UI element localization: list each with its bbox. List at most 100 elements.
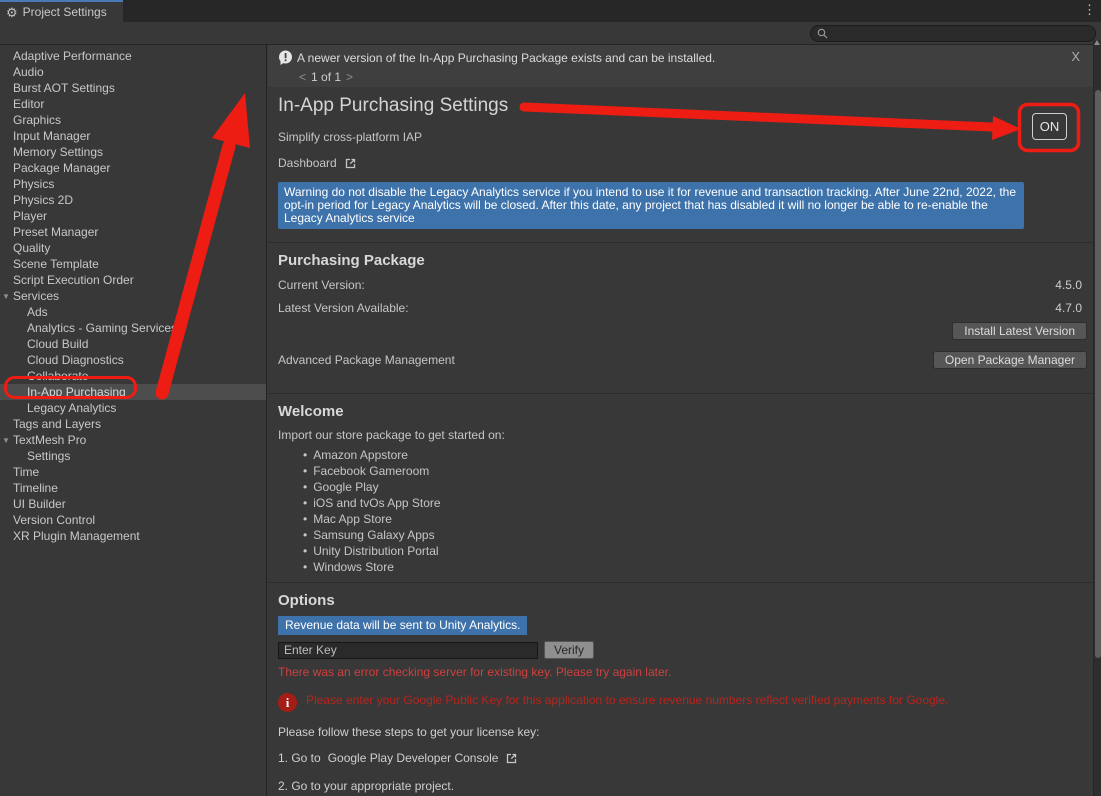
store-list-item-unity-distribution-portal: •Unity Distribution Portal (303, 543, 1093, 559)
latest-version-label: Latest Version Available: (278, 301, 409, 315)
tab-project-settings[interactable]: ⚙ Project Settings (0, 0, 123, 22)
store-list: •Amazon Appstore•Facebook Gameroom•Googl… (303, 447, 1093, 575)
sidebar-item-graphics[interactable]: Graphics (0, 112, 266, 128)
sidebar-item-label: Audio (13, 65, 44, 79)
page-title: In-App Purchasing Settings (278, 95, 1093, 117)
bullet-icon: • (303, 544, 307, 558)
store-name: iOS and tvOs App Store (313, 496, 440, 510)
scroll-up-icon[interactable] (1094, 40, 1100, 45)
page-subtitle: Simplify cross-platform IAP (278, 130, 1093, 144)
bullet-icon: • (303, 528, 307, 542)
vertical-scrollbar[interactable] (1093, 40, 1101, 796)
store-list-item-windows-store: •Windows Store (303, 559, 1093, 575)
update-notification-banner: A newer version of the In-App Purchasing… (268, 45, 1093, 87)
sidebar-item-time[interactable]: Time (0, 464, 266, 480)
sidebar-item-textmesh-pro[interactable]: ▼TextMesh Pro (0, 432, 266, 448)
main-panel: A newer version of the In-App Purchasing… (268, 45, 1093, 796)
current-version-label: Current Version: (278, 278, 365, 292)
sidebar-item-label: Editor (13, 97, 44, 111)
store-list-item-mac-app-store: • Mac App Store (303, 511, 1093, 527)
sidebar-item-version-control[interactable]: Version Control (0, 512, 266, 528)
sidebar-item-preset-manager[interactable]: Preset Manager (0, 224, 266, 240)
sidebar-item-label: Version Control (13, 513, 95, 527)
sidebar-item-label: Physics (13, 177, 54, 191)
sidebar-item-scene-template[interactable]: Scene Template (0, 256, 266, 272)
sidebar-item-memory-settings[interactable]: Memory Settings (0, 144, 266, 160)
sidebar-item-label: Tags and Layers (13, 417, 101, 431)
pager-next-icon[interactable]: > (346, 70, 353, 84)
sidebar-item-services[interactable]: ▼Services (0, 288, 266, 304)
sidebar-item-analytics-gaming-services[interactable]: Analytics - Gaming Services (0, 320, 266, 336)
bullet-icon: • (303, 512, 307, 526)
steps-intro: Please follow these steps to get your li… (278, 725, 1093, 739)
sidebar-item-timeline[interactable]: Timeline (0, 480, 266, 496)
sidebar-item-audio[interactable]: Audio (0, 64, 266, 80)
sidebar-item-physics[interactable]: Physics (0, 176, 266, 192)
sidebar-item-label: XR Plugin Management (13, 529, 140, 543)
banner-message: A newer version of the In-App Purchasing… (297, 51, 715, 65)
section-divider (268, 582, 1093, 583)
search-icon (817, 28, 828, 39)
chevron-expanded-icon[interactable]: ▼ (2, 433, 10, 449)
sidebar-item-ui-builder[interactable]: UI Builder (0, 496, 266, 512)
sidebar-item-burst-aot-settings[interactable]: Burst AOT Settings (0, 80, 266, 96)
google-key-error-row: i Please enter your Google Public Key fo… (278, 691, 1093, 712)
google-play-console-link[interactable]: Google Play Developer Console (328, 751, 499, 765)
sidebar-item-cloud-build[interactable]: Cloud Build (0, 336, 266, 352)
sidebar-item-label: Services (13, 289, 59, 303)
store-name: Mac App Store (313, 512, 392, 526)
latest-version-value: 4.7.0 (1055, 301, 1082, 315)
sidebar-item-editor[interactable]: Editor (0, 96, 266, 112)
sidebar-item-label: In-App Purchasing (27, 385, 126, 399)
banner-pager: < 1 of 1 > (299, 70, 353, 84)
section-divider (268, 242, 1093, 243)
sidebar-item-package-manager[interactable]: Package Manager (0, 160, 266, 176)
search-input[interactable] (832, 27, 1089, 41)
google-key-error-text: Please enter your Google Public Key for … (306, 693, 948, 707)
search-box[interactable] (810, 25, 1096, 42)
scrollbar-thumb[interactable] (1095, 90, 1101, 658)
chevron-expanded-icon[interactable]: ▼ (2, 289, 10, 305)
sidebar-item-collaborate[interactable]: Collaborate (0, 368, 266, 384)
store-name: Google Play (313, 480, 378, 494)
install-latest-version-button[interactable]: Install Latest Version (952, 322, 1087, 340)
section-divider (268, 393, 1093, 394)
sidebar-item-input-manager[interactable]: Input Manager (0, 128, 266, 144)
sidebar-item-xr-plugin-management[interactable]: XR Plugin Management (0, 528, 266, 544)
sidebar-item-settings[interactable]: Settings (0, 448, 266, 464)
verify-button[interactable]: Verify (544, 641, 594, 659)
legacy-analytics-warning: Warning do not disable the Legacy Analyt… (278, 182, 1024, 229)
pager-label: 1 of 1 (311, 70, 341, 84)
close-icon[interactable]: X (1071, 49, 1080, 64)
sidebar-item-player[interactable]: Player (0, 208, 266, 224)
iap-on-toggle[interactable]: ON (1032, 113, 1067, 140)
sidebar-item-cloud-diagnostics[interactable]: Cloud Diagnostics (0, 352, 266, 368)
sidebar-item-label: Scene Template (13, 257, 99, 271)
sidebar-item-adaptive-performance[interactable]: Adaptive Performance (0, 48, 266, 64)
sidebar-item-label: Legacy Analytics (27, 401, 116, 415)
store-list-item-amazon-appstore: • Amazon Appstore (303, 447, 1093, 463)
store-name: Amazon Appstore (313, 448, 408, 462)
sidebar-item-label: Physics 2D (13, 193, 73, 207)
pager-prev-icon[interactable]: < (299, 70, 306, 84)
bullet-icon: • (303, 480, 307, 494)
bullet-icon: • (303, 464, 307, 478)
google-key-input[interactable] (278, 642, 538, 659)
bullet-icon: • (303, 560, 307, 574)
bullet-icon: • (303, 448, 307, 462)
sidebar-item-tags-and-layers[interactable]: Tags and Layers (0, 416, 266, 432)
sidebar-item-ads[interactable]: Ads (0, 304, 266, 320)
window-menu-icon[interactable]: ⋮ (1083, 3, 1096, 16)
sidebar-item-legacy-analytics[interactable]: Legacy Analytics (0, 400, 266, 416)
server-error-text: There was an error checking server for e… (278, 665, 1093, 679)
sidebar-item-label: Player (13, 209, 47, 223)
external-link-icon (505, 752, 518, 765)
sidebar-item-quality[interactable]: Quality (0, 240, 266, 256)
open-package-manager-button[interactable]: Open Package Manager (933, 351, 1087, 369)
bullet-icon: • (303, 496, 307, 510)
sidebar-item-physics-2d[interactable]: Physics 2D (0, 192, 266, 208)
sidebar-item-label: Time (13, 465, 39, 479)
sidebar-item-in-app-purchasing[interactable]: In-App Purchasing (0, 384, 266, 400)
dashboard-link[interactable]: Dashboard (278, 156, 1093, 170)
sidebar-item-script-execution-order[interactable]: Script Execution Order (0, 272, 266, 288)
